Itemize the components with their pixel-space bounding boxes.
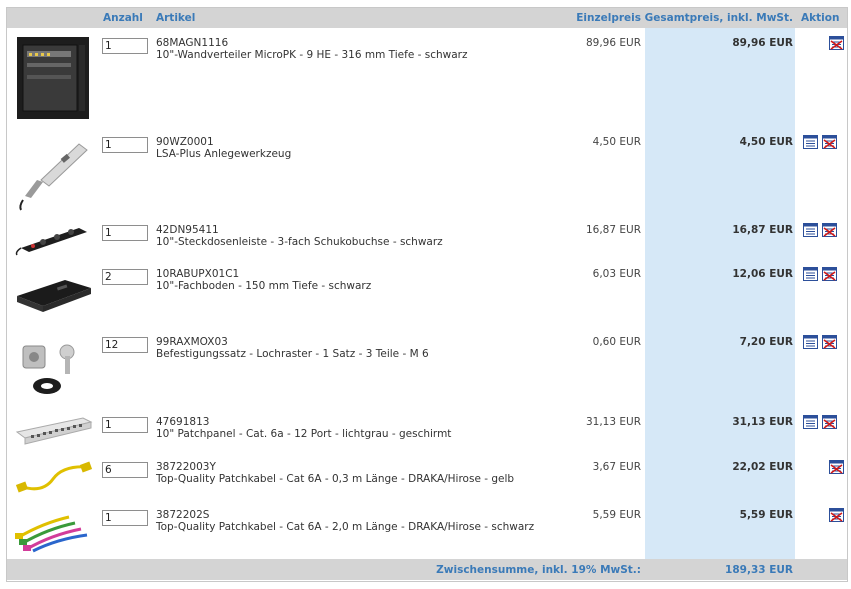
unit-price: 0,60 EUR bbox=[592, 336, 641, 348]
article-name[interactable]: Top-Quality Patchkabel - Cat 6A - 0,3 m … bbox=[156, 473, 514, 485]
subtotal-label: Zwischensumme, inkl. 19% MwSt.: bbox=[436, 564, 641, 576]
row-actions bbox=[803, 267, 843, 283]
table-row: 68MAGN111610"-Wandverteiler MicroPK - 9 … bbox=[7, 32, 847, 124]
total-price: 89,96 EUR bbox=[732, 37, 793, 49]
total-price: 31,13 EUR bbox=[732, 416, 793, 428]
unit-price: 16,87 EUR bbox=[585, 224, 641, 236]
product-image[interactable] bbox=[13, 414, 93, 448]
total-price: 12,06 EUR bbox=[732, 268, 793, 280]
product-image[interactable] bbox=[13, 459, 93, 495]
table-row: 3872202STop-Quality Patchkabel - Cat 6A … bbox=[7, 504, 847, 558]
table-row: 38722003YTop-Quality Patchkabel - Cat 6A… bbox=[7, 456, 847, 498]
article-number: 38722003Y bbox=[156, 461, 216, 473]
quantity-input[interactable] bbox=[102, 417, 148, 433]
unit-price: 4,50 EUR bbox=[592, 136, 641, 148]
edit-icon[interactable] bbox=[803, 267, 818, 281]
product-image[interactable] bbox=[13, 222, 93, 256]
column-header-total-price: Gesamtpreis, inkl. MwSt. bbox=[644, 12, 793, 24]
row-actions bbox=[803, 415, 843, 431]
quantity-input[interactable] bbox=[102, 137, 148, 153]
delete-icon[interactable] bbox=[822, 223, 837, 237]
edit-icon[interactable] bbox=[803, 415, 818, 429]
column-header-action: Aktion bbox=[801, 12, 840, 24]
row-actions bbox=[803, 135, 843, 151]
article-cell: 47691813 10" Patchpanel - Cat. 6a - 12 Po… bbox=[156, 416, 451, 440]
unit-price: 89,96 EUR bbox=[585, 37, 641, 49]
subtotal-value: 189,33 EUR bbox=[725, 564, 793, 576]
article-number: 10RABUPX01C1 bbox=[156, 268, 240, 280]
article-name[interactable]: 10"-Fachboden - 150 mm Tiefe - schwarz bbox=[156, 280, 371, 292]
article-name[interactable]: Top-Quality Patchkabel - Cat 6A - 2,0 m … bbox=[156, 521, 534, 533]
quantity-input[interactable] bbox=[102, 510, 148, 526]
article-cell: 38722003Y Top-Quality Patchkabel - Cat 6A… bbox=[156, 461, 514, 485]
delete-icon[interactable] bbox=[829, 36, 844, 50]
edit-icon[interactable] bbox=[803, 135, 818, 149]
table-footer: Zwischensumme, inkl. 19% MwSt.: 189,33 E… bbox=[7, 559, 847, 580]
article-number: 3872202S bbox=[156, 509, 210, 521]
article-number: 68MAGN1116 bbox=[156, 37, 229, 49]
article-cell: 90WZ0001 LSA-Plus Anlegewerkzeug bbox=[156, 136, 291, 160]
article-name[interactable]: 10"-Steckdosenleiste - 3-fach Schukobuch… bbox=[156, 236, 443, 248]
column-header-article: Artikel bbox=[156, 12, 196, 24]
delete-icon[interactable] bbox=[822, 267, 837, 281]
total-price: 16,87 EUR bbox=[732, 224, 793, 236]
quantity-input[interactable] bbox=[102, 225, 148, 241]
table-row: 99RAXMOX03Befestigungssatz - Lochraster … bbox=[7, 331, 847, 407]
row-actions bbox=[803, 335, 843, 351]
article-cell: 42DN95411 10"-Steckdosenleiste - 3-fach S… bbox=[156, 224, 443, 248]
total-price: 5,59 EUR bbox=[739, 509, 793, 521]
article-name[interactable]: Befestigungssatz - Lochraster - 1 Satz -… bbox=[156, 348, 429, 360]
delete-icon[interactable] bbox=[822, 335, 837, 349]
product-image[interactable] bbox=[13, 35, 93, 121]
total-price: 22,02 EUR bbox=[732, 461, 793, 473]
article-cell: 3872202S Top-Quality Patchkabel - Cat 6A … bbox=[156, 509, 534, 533]
product-image[interactable] bbox=[13, 134, 93, 214]
table-row: 10RABUPX01C110"-Fachboden - 150 mm Tiefe… bbox=[7, 263, 847, 327]
total-price: 7,20 EUR bbox=[739, 336, 793, 348]
column-header-quantity: Anzahl bbox=[103, 12, 143, 24]
unit-price: 31,13 EUR bbox=[585, 416, 641, 428]
delete-icon[interactable] bbox=[822, 135, 837, 149]
quantity-input[interactable] bbox=[102, 269, 148, 285]
delete-icon[interactable] bbox=[822, 415, 837, 429]
article-name[interactable]: 10" Patchpanel - Cat. 6a - 12 Port - lic… bbox=[156, 428, 451, 440]
article-number: 99RAXMOX03 bbox=[156, 336, 228, 348]
article-cell: 68MAGN1116 10"-Wandverteiler MicroPK - 9 … bbox=[156, 37, 468, 61]
delete-icon[interactable] bbox=[829, 508, 844, 522]
edit-icon[interactable] bbox=[803, 335, 818, 349]
article-cell: 99RAXMOX03 Befestigungssatz - Lochraster … bbox=[156, 336, 429, 360]
cart-table: Anzahl Artikel Einzelpreis Gesamtpreis, … bbox=[6, 7, 848, 582]
article-name[interactable]: LSA-Plus Anlegewerkzeug bbox=[156, 148, 291, 160]
product-image[interactable] bbox=[13, 266, 93, 324]
column-header-unit-price: Einzelpreis bbox=[576, 12, 641, 24]
article-number: 90WZ0001 bbox=[156, 136, 214, 148]
table-row: 42DN9541110"-Steckdosenleiste - 3-fach S… bbox=[7, 219, 847, 259]
product-image[interactable] bbox=[13, 507, 93, 555]
article-cell: 10RABUPX01C1 10"-Fachboden - 150 mm Tiefe… bbox=[156, 268, 371, 292]
quantity-input[interactable] bbox=[102, 462, 148, 478]
quantity-input[interactable] bbox=[102, 337, 148, 353]
product-image[interactable] bbox=[13, 334, 93, 404]
unit-price: 3,67 EUR bbox=[592, 461, 641, 473]
table-header: Anzahl Artikel Einzelpreis Gesamtpreis, … bbox=[7, 8, 847, 28]
row-actions bbox=[803, 508, 844, 524]
table-row: 90WZ0001LSA-Plus Anlegewerkzeug 4,50 EUR 4… bbox=[7, 131, 847, 217]
table-row: 4769181310" Patchpanel - Cat. 6a - 12 Po… bbox=[7, 411, 847, 451]
article-number: 42DN95411 bbox=[156, 224, 219, 236]
row-actions bbox=[803, 460, 844, 476]
total-price: 4,50 EUR bbox=[739, 136, 793, 148]
row-actions bbox=[803, 36, 844, 52]
quantity-input[interactable] bbox=[102, 38, 148, 54]
edit-icon[interactable] bbox=[803, 223, 818, 237]
article-number: 47691813 bbox=[156, 416, 210, 428]
delete-icon[interactable] bbox=[829, 460, 844, 474]
unit-price: 6,03 EUR bbox=[592, 268, 641, 280]
unit-price: 5,59 EUR bbox=[592, 509, 641, 521]
article-name[interactable]: 10"-Wandverteiler MicroPK - 9 HE - 316 m… bbox=[156, 49, 468, 61]
row-actions bbox=[803, 223, 843, 239]
